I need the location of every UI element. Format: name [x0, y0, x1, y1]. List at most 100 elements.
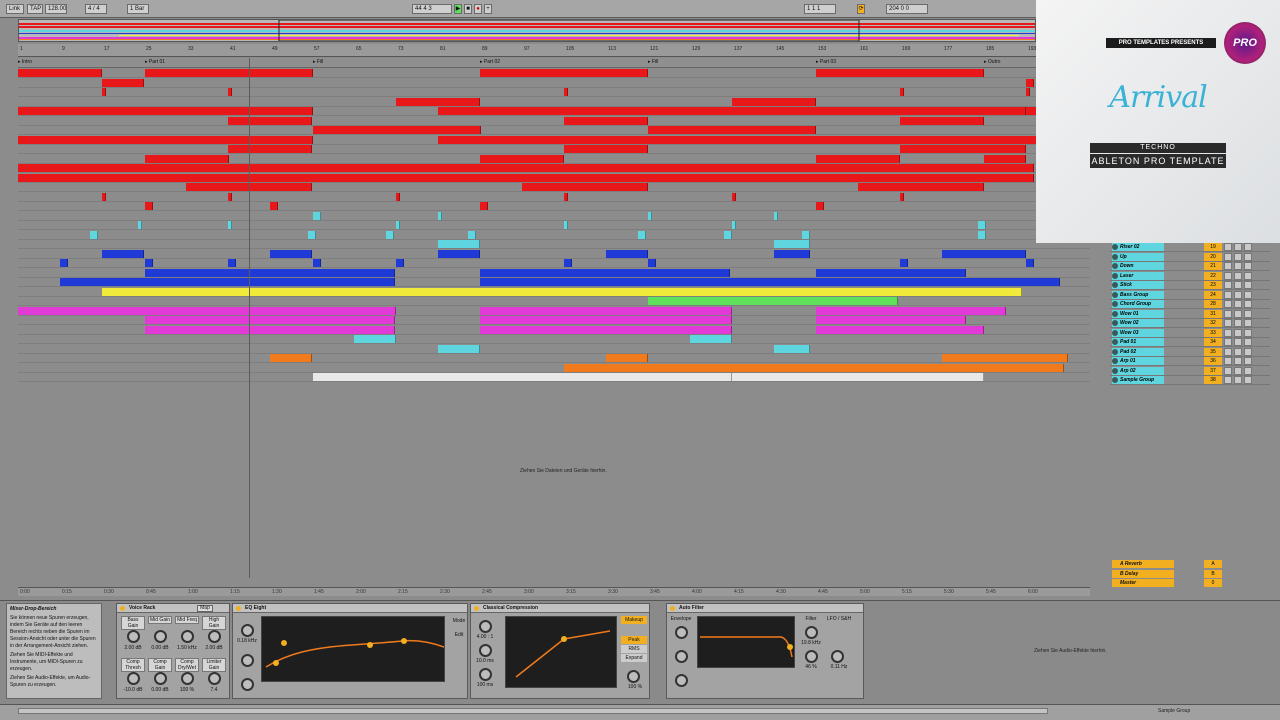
return-track[interactable]: A Reverb A: [1110, 560, 1270, 569]
arrangement-position[interactable]: 44 4 3: [412, 4, 452, 14]
track-name[interactable]: Chord Group: [1112, 300, 1164, 308]
clip[interactable]: [774, 240, 810, 248]
track-toggle-button[interactable]: [1244, 328, 1252, 337]
clip[interactable]: [396, 259, 404, 267]
eq-gain-knob[interactable]: [241, 654, 254, 667]
track-name[interactable]: Bass Group: [1112, 290, 1164, 299]
lane[interactable]: [18, 230, 1090, 240]
track-toggle-button[interactable]: [1234, 243, 1242, 251]
clip[interactable]: [145, 268, 395, 277]
clip[interactable]: [564, 259, 572, 267]
lane[interactable]: [18, 268, 1090, 278]
track-toggle-button[interactable]: [1234, 357, 1242, 365]
track-header[interactable]: Laser 22: [1110, 271, 1270, 281]
clip[interactable]: [732, 192, 736, 201]
clip[interactable]: [60, 259, 68, 267]
track-fold-icon[interactable]: [1112, 291, 1118, 298]
makeup-button[interactable]: Makeup: [621, 616, 647, 624]
track-toggle-button[interactable]: [1244, 281, 1252, 289]
track-fold-icon[interactable]: [1112, 320, 1118, 326]
lane[interactable]: [18, 97, 1090, 107]
clip[interactable]: [438, 240, 480, 248]
clip[interactable]: [606, 249, 648, 258]
track-header[interactable]: Bass Group 24: [1110, 290, 1270, 300]
clip[interactable]: [816, 69, 984, 77]
clip[interactable]: [1026, 259, 1034, 267]
track-fold-icon[interactable]: [1112, 310, 1118, 317]
clip[interactable]: [774, 211, 778, 220]
clip[interactable]: [802, 230, 810, 239]
lane[interactable]: [18, 183, 1090, 192]
track-toggle-button[interactable]: [1234, 309, 1242, 318]
track-name[interactable]: Riser 02: [1112, 243, 1164, 251]
arrangement-lanes[interactable]: [18, 69, 1090, 385]
clip[interactable]: [60, 278, 395, 286]
clip[interactable]: [606, 354, 648, 362]
clip[interactable]: [480, 325, 732, 334]
macro-knob[interactable]: [208, 672, 221, 685]
clip[interactable]: [690, 335, 732, 343]
track-activator[interactable]: 22: [1204, 271, 1222, 280]
clip[interactable]: [774, 344, 810, 353]
locator[interactable]: ▸ Fill: [648, 59, 658, 65]
tap-button[interactable]: TAP: [27, 4, 43, 14]
clip[interactable]: [145, 69, 313, 77]
locator[interactable]: ▸ Fill: [313, 59, 323, 65]
track-toggle-button[interactable]: [1234, 262, 1242, 270]
filter-freq-knob[interactable]: [805, 626, 818, 639]
track-fold-icon[interactable]: [1112, 301, 1118, 307]
clip[interactable]: [102, 192, 106, 201]
clip[interactable]: [270, 354, 312, 362]
clip[interactable]: [270, 202, 278, 210]
track-fold-icon[interactable]: [1112, 329, 1118, 336]
clip[interactable]: [978, 230, 986, 239]
track-toggle-button[interactable]: [1244, 376, 1252, 384]
clip[interactable]: [732, 373, 984, 381]
macro-knob[interactable]: [181, 630, 194, 643]
clip[interactable]: [564, 145, 648, 153]
track-activator[interactable]: 21: [1204, 262, 1222, 270]
track-fold-icon[interactable]: [1112, 377, 1118, 383]
locator[interactable]: ▸ Part 02: [480, 59, 500, 65]
track-activator[interactable]: 37: [1204, 366, 1222, 375]
lane[interactable]: [18, 249, 1090, 259]
clip[interactable]: [354, 335, 396, 343]
macro-knob[interactable]: [181, 672, 194, 685]
track-toggle-button[interactable]: [1224, 319, 1232, 327]
lane[interactable]: [18, 107, 1090, 116]
track-fold-icon[interactable]: [1112, 367, 1118, 374]
clip[interactable]: [816, 316, 966, 324]
overdub-button[interactable]: +: [484, 4, 492, 14]
signature-field[interactable]: 4 / 4: [85, 4, 107, 14]
clip[interactable]: [228, 145, 312, 153]
clip[interactable]: [942, 354, 1068, 362]
clip[interactable]: [18, 69, 102, 77]
lane[interactable]: [18, 126, 1090, 135]
track-name[interactable]: Pad 02: [1112, 347, 1164, 356]
track-fold-icon[interactable]: [1112, 263, 1118, 269]
macro-knob[interactable]: [208, 630, 221, 643]
clip[interactable]: [313, 211, 321, 220]
clip[interactable]: [228, 88, 232, 96]
clip[interactable]: [732, 97, 816, 106]
return-track[interactable]: Master 0: [1110, 579, 1270, 588]
clip[interactable]: [648, 126, 816, 134]
track-activator[interactable]: 32: [1204, 319, 1222, 327]
filter-graph[interactable]: [697, 616, 795, 668]
track-toggle-button[interactable]: [1224, 309, 1232, 318]
track-name[interactable]: Laser: [1112, 271, 1164, 280]
clip[interactable]: [18, 107, 313, 115]
clip[interactable]: [145, 316, 395, 324]
track-activator[interactable]: 24: [1204, 290, 1222, 299]
track-toggle-button[interactable]: [1234, 328, 1242, 337]
lane[interactable]: [18, 335, 1090, 344]
clip[interactable]: [396, 221, 400, 229]
track-header[interactable]: Pad 01 34: [1110, 338, 1270, 347]
eq-graph[interactable]: [261, 616, 445, 682]
voice-rack[interactable]: Voice Rack Map Bass Gain 2.00 dB Mid Gain 0…: [116, 603, 230, 699]
lane[interactable]: [18, 240, 1090, 249]
clip[interactable]: [480, 268, 730, 277]
track-toggle-button[interactable]: [1224, 328, 1232, 337]
clip[interactable]: [90, 230, 98, 239]
track-toggle-button[interactable]: [1234, 281, 1242, 289]
